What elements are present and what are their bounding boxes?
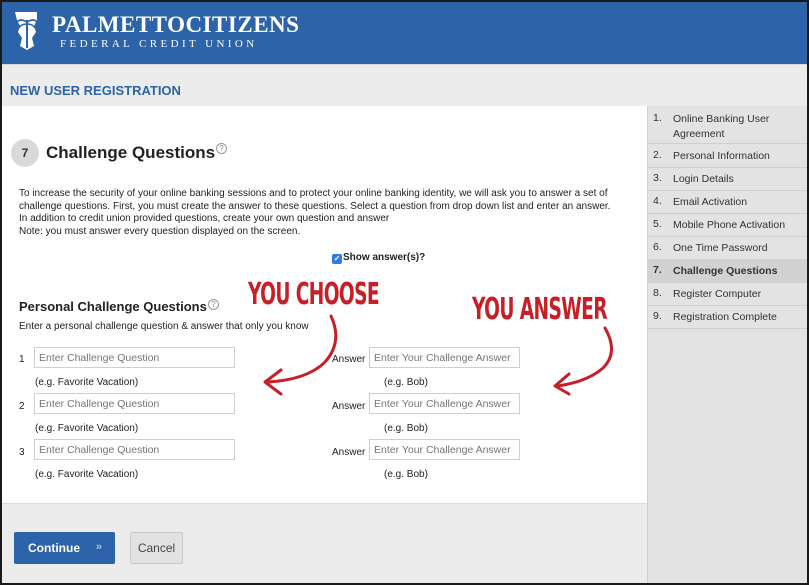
show-answers-label: Show answer(s)? [343, 252, 426, 263]
continue-button[interactable]: Continue » [14, 532, 115, 564]
sidebar-item-label: Email Activation [673, 196, 748, 208]
double-chevron-right-icon: » [95, 541, 102, 553]
site-header: PALMETTOCITIZENS FEDERAL CREDIT UNION [2, 2, 807, 64]
challenge-answer-input-1[interactable] [369, 347, 520, 368]
app-frame: PALMETTOCITIZENS FEDERAL CREDIT UNION NE… [0, 0, 809, 585]
show-answers-checkbox[interactable]: ✓ [332, 254, 342, 264]
curved-arrow-icon [553, 326, 613, 396]
sidebar-item-registration-complete[interactable]: 9. Registration Complete [648, 305, 807, 328]
answer-hint: (e.g. Bob) [384, 377, 428, 388]
palmetto-tree-logo-icon [15, 12, 38, 50]
intro-line: Note: you must answer every question dis… [19, 225, 301, 237]
challenge-question-input-2[interactable] [34, 393, 235, 414]
sidebar-item-number: 2. [653, 149, 662, 161]
sidebar-item-mobile-activation[interactable]: 5. Mobile Phone Activation [648, 213, 807, 236]
brand-name: PALMETTOCITIZENS [52, 12, 300, 37]
sidebar-item-challenge-questions[interactable]: 7. Challenge Questions [648, 259, 807, 282]
row-number: 1 [19, 354, 25, 365]
sidebar-item-login-details[interactable]: 3. Login Details [648, 167, 807, 190]
sidebar-item-label: Personal Information [673, 150, 770, 162]
help-icon[interactable]: ? [216, 143, 227, 154]
sidebar-item-personal-information[interactable]: 2. Personal Information [648, 144, 807, 167]
answer-label: Answer [332, 447, 366, 458]
you-answer-annotation: YOU ANSWER [472, 292, 608, 327]
divider [648, 328, 807, 329]
you-choose-annotation: YOU CHOOSE [248, 277, 380, 312]
answer-label: Answer [332, 401, 366, 412]
row-number: 2 [19, 401, 25, 412]
sidebar-item-user-agreement[interactable]: 1. Online Banking User Agreement [648, 110, 807, 144]
continue-button-label: Continue [28, 541, 80, 555]
sidebar-item-number: 9. [653, 310, 662, 322]
sidebar-item-number: 4. [653, 195, 662, 207]
show-answers-toggle[interactable]: ✓ Show answer(s)? [332, 252, 425, 264]
step-number-badge: 7 [11, 139, 39, 167]
sidebar-item-label: Registration Complete [673, 311, 777, 323]
intro-text: To increase the security of your online … [19, 188, 639, 238]
question-hint: (e.g. Favorite Vacation) [35, 377, 139, 388]
registration-steps-sidebar: 1. Online Banking User Agreement 2. Pers… [647, 106, 807, 583]
step-title: Challenge Questions [46, 143, 216, 162]
intro-line: To increase the security of your online … [19, 188, 608, 199]
page-title: NEW USER REGISTRATION [10, 83, 181, 98]
challenge-answer-input-3[interactable] [369, 439, 520, 460]
challenge-question-input-1[interactable] [34, 347, 235, 368]
sidebar-item-label: Online Banking User Agreement [673, 113, 770, 140]
sidebar-item-number: 1. [653, 112, 662, 124]
intro-line: In addition to credit union provided que… [19, 213, 390, 224]
sidebar-item-number: 8. [653, 287, 662, 299]
row-number: 3 [19, 447, 25, 458]
sidebar-item-label: One Time Password [673, 242, 768, 254]
sidebar-item-label: Register Computer [673, 288, 762, 300]
brand-subtitle: FEDERAL CREDIT UNION [60, 38, 258, 50]
question-hint: (e.g. Favorite Vacation) [35, 423, 139, 434]
sidebar-item-one-time-password[interactable]: 6. One Time Password [648, 236, 807, 259]
challenge-question-input-3[interactable] [34, 439, 235, 460]
sidebar-item-number: 3. [653, 172, 662, 184]
sidebar-item-label: Login Details [673, 173, 734, 185]
sidebar-item-label: Challenge Questions [673, 265, 778, 277]
curved-arrow-icon [263, 314, 338, 396]
answer-hint: (e.g. Bob) [384, 469, 428, 480]
page-header-bar: NEW USER REGISTRATION [2, 64, 807, 106]
question-hint: (e.g. Favorite Vacation) [35, 469, 139, 480]
sidebar-item-register-computer[interactable]: 8. Register Computer [648, 282, 807, 305]
challenge-answer-input-2[interactable] [369, 393, 520, 414]
personal-questions-title-text: Personal Challenge Questions [19, 299, 207, 314]
cancel-button[interactable]: Cancel [130, 532, 183, 564]
sidebar-item-number: 7. [653, 264, 662, 276]
sidebar-item-email-activation[interactable]: 4. Email Activation [648, 190, 807, 213]
sidebar-item-number: 5. [653, 218, 662, 230]
intro-line: challenge questions. First, you must cre… [19, 200, 611, 212]
personal-questions-title: Personal Challenge Questions [19, 299, 207, 314]
sidebar-item-label: Mobile Phone Activation [673, 219, 786, 231]
answer-hint: (e.g. Bob) [384, 423, 428, 434]
sidebar-item-number: 6. [653, 241, 662, 253]
help-icon[interactable]: ? [208, 299, 219, 310]
